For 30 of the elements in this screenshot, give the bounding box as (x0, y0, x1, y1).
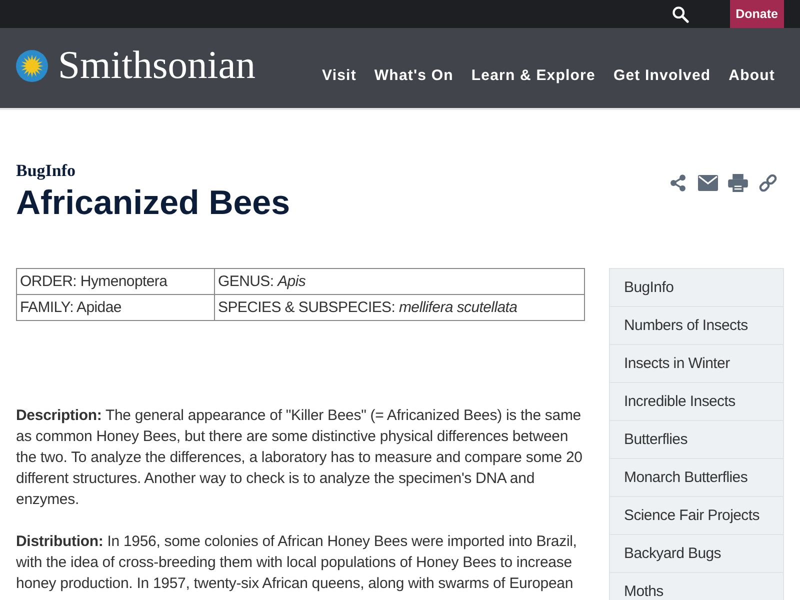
nav-link[interactable]: What's On (374, 66, 454, 84)
sun-logo-icon[interactable] (16, 50, 48, 82)
share-icon[interactable] (668, 174, 688, 192)
sidebar-item[interactable]: Incredible Insects (609, 383, 784, 421)
text-paragraph: Description: The general appearance of "Killer Bees" (= Africanized Bees) is the same as common Honey Bees, but there are some distinctive physical differences between the two. To analyze the differences, a laboratory has to measure and compare some 20 different structures. Another way to check is to analyze the specimen's DNA and enzymes. (16, 406, 584, 510)
table-cell: GENUS: Apis (214, 268, 584, 294)
section-label: BugInfo (16, 161, 77, 181)
sidebar-item[interactable]: BugInfo (609, 268, 784, 307)
sidebar-item[interactable]: Backyard Bugs (609, 535, 784, 573)
table-cell: FAMILY: Apidae (16, 294, 214, 320)
nav-link[interactable]: Get Involved (613, 66, 711, 84)
donate-button[interactable]: Donate (730, 0, 784, 28)
link-icon[interactable] (758, 174, 778, 192)
nav-link[interactable]: About (728, 66, 775, 84)
text-paragraph: Distribution: In 1956, some colonies of African Honey Bees were imported into Brazil, with the idea of cross-breeding them with local populations of Honey Bees to increase honey production. In 1957, twenty-six African queens, along with swarms of European (16, 532, 578, 594)
nav-link[interactable]: Learn & Explore (471, 66, 596, 84)
sidebar-item[interactable]: Monarch Butterflies (609, 459, 784, 497)
email-icon[interactable] (698, 174, 718, 192)
sidebar-item[interactable]: Moths (609, 573, 784, 600)
page-title: Africanized Bees (16, 183, 290, 223)
table-cell: SPECIES & SUBSPECIES: mellifera scutellata (214, 294, 584, 320)
logo-wordmark[interactable]: Smithsonian (58, 46, 256, 86)
search-icon[interactable] (672, 6, 689, 22)
sidebar-item[interactable]: Butterflies (609, 421, 784, 459)
nav-link[interactable]: Visit (322, 66, 356, 84)
print-icon[interactable] (728, 174, 748, 192)
table-cell: ORDER: Hymenoptera (16, 268, 214, 294)
sidebar-item[interactable]: Numbers of Insects (609, 307, 784, 345)
sidebar-item[interactable]: Science Fair Projects (609, 497, 784, 535)
sidebar-item[interactable]: Insects in Winter (609, 345, 784, 383)
